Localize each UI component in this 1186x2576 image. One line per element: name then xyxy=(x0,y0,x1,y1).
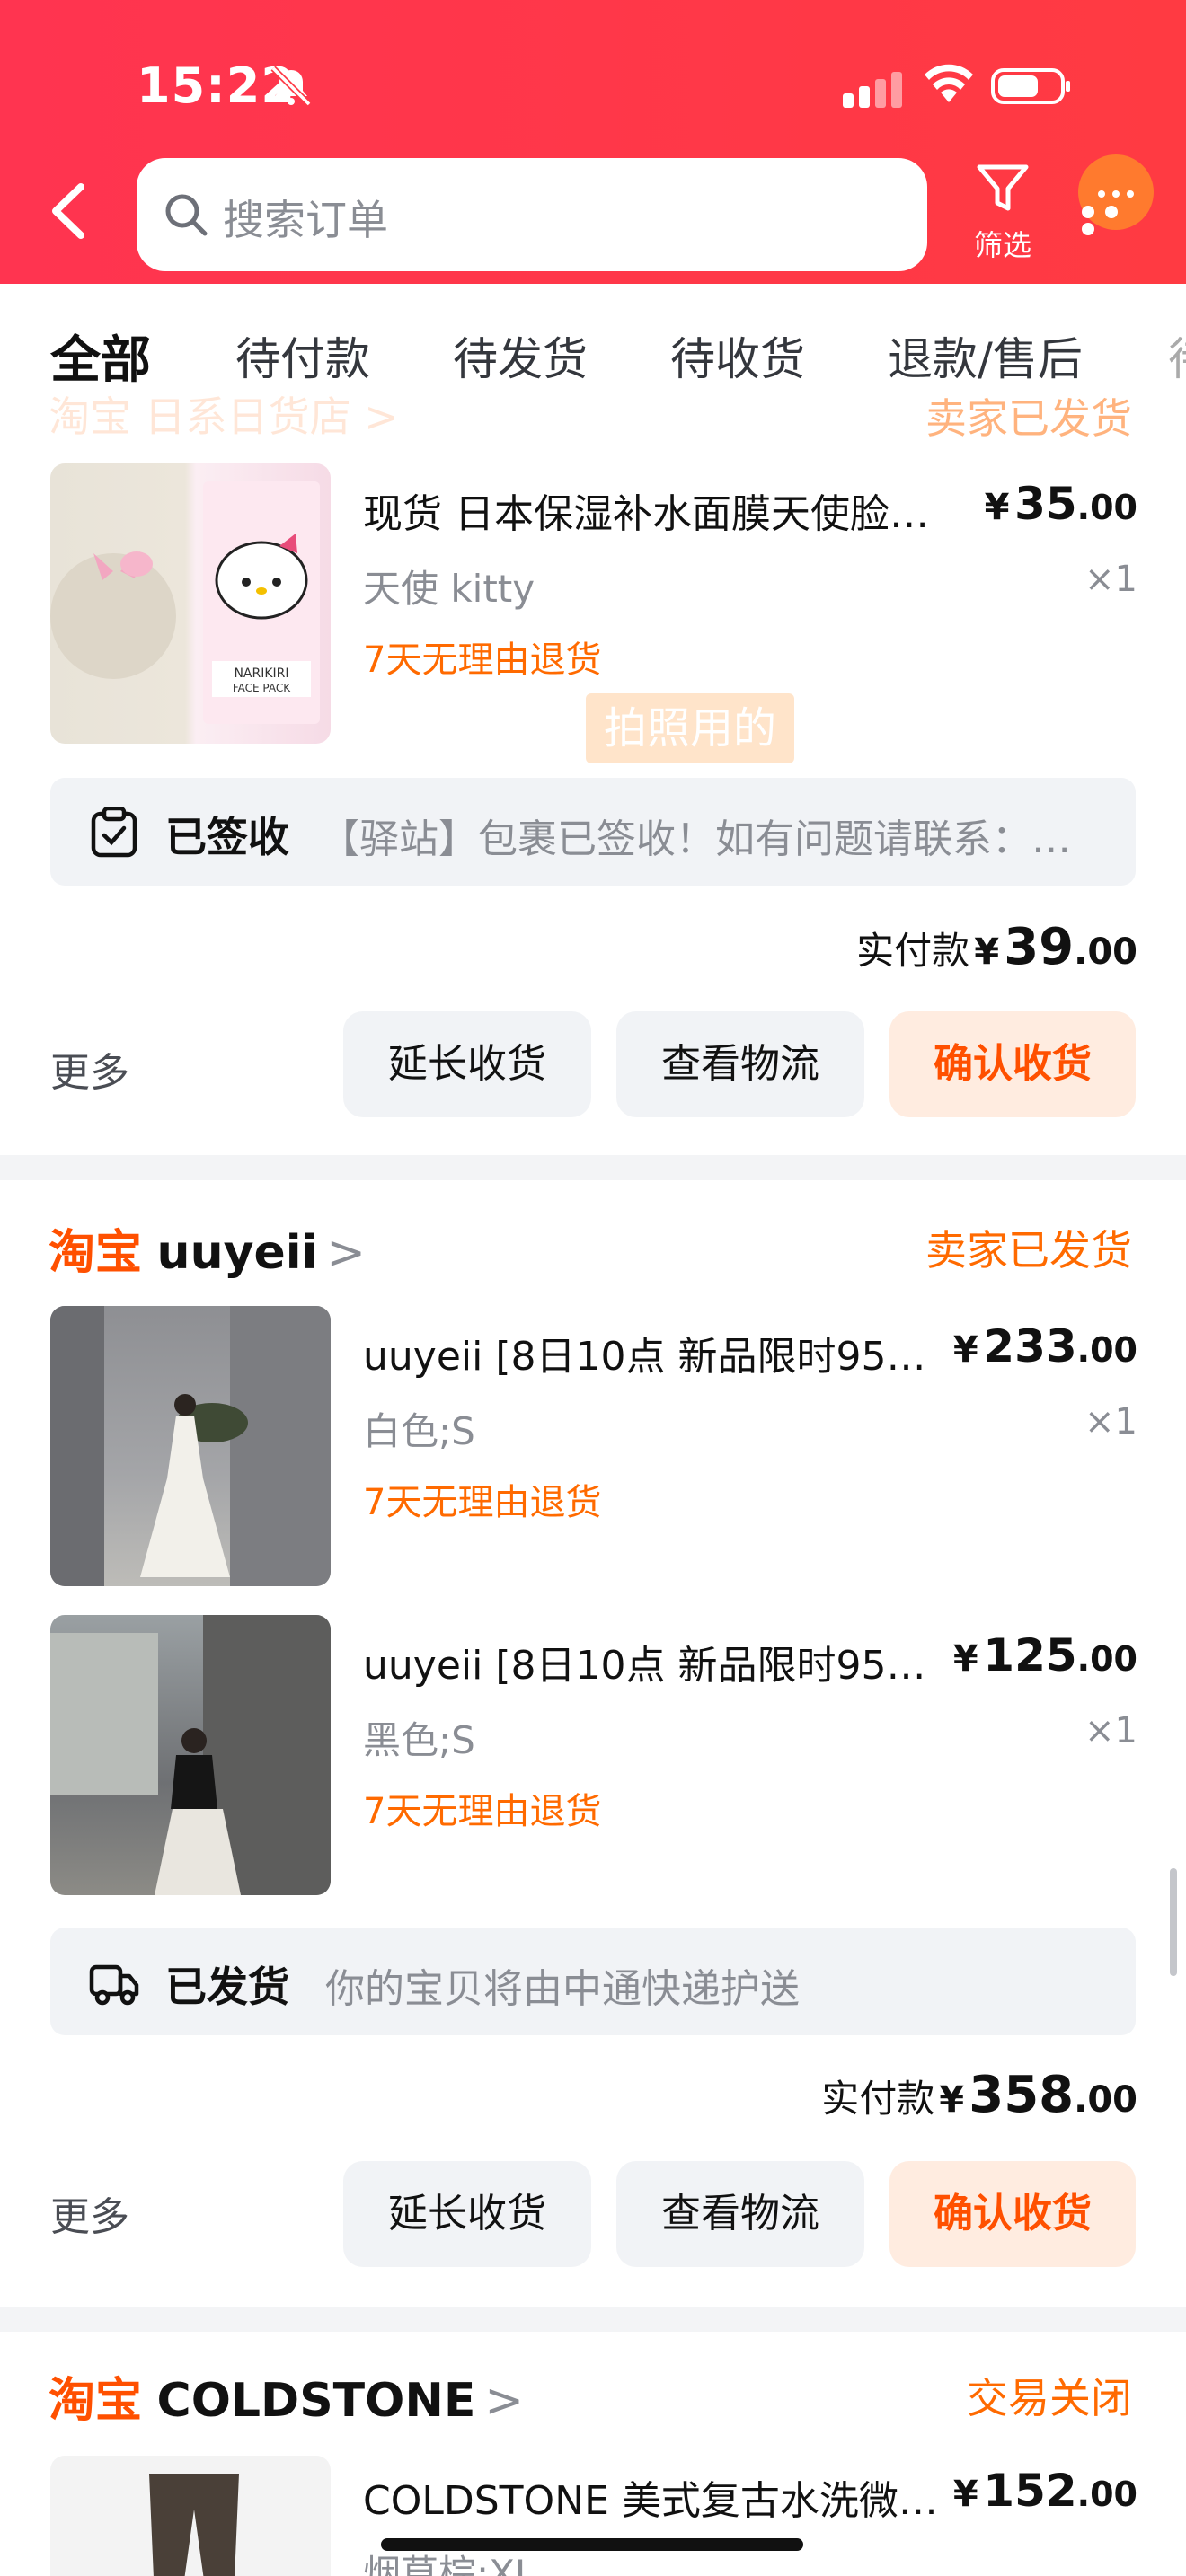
home-indicator[interactable] xyxy=(381,2538,803,2551)
tab-refund-aftersale[interactable]: 退款/售后 xyxy=(888,323,1083,388)
header-bar: 15:22 搜索订单 筛选 xyxy=(0,0,1186,284)
search-icon xyxy=(165,194,208,236)
delivery-truck-icon xyxy=(89,1964,139,2006)
black-top-photo xyxy=(50,1615,331,1895)
product-sku: 天使 kitty xyxy=(363,567,535,611)
product-sku: 黑色;S xyxy=(363,1718,475,1762)
tab-pending-shipment[interactable]: 待发货 xyxy=(453,323,588,388)
product-image-pants[interactable] xyxy=(50,2456,331,2576)
product-image-black-top[interactable] xyxy=(50,1615,331,1895)
order-card: 淘宝 日系日货店 > 卖家已发货 NARIKIRI FACE PACK 现货 日… xyxy=(0,393,1186,1155)
more-options-icon[interactable] xyxy=(1082,205,1146,235)
store-name-partial[interactable]: 淘宝 日系日货店 > xyxy=(49,384,399,444)
product-image-facemask[interactable]: NARIKIRI FACE PACK xyxy=(50,463,331,744)
order-status: 卖家已发货 xyxy=(925,394,1132,443)
product-title[interactable]: 现货 日本保湿补水面膜天使脸… xyxy=(363,481,974,539)
logistics-detail: 【驿站】包裹已签收！如有问题请联系：… xyxy=(320,816,1071,862)
cellular-signal-icon xyxy=(843,72,902,108)
logistics-status: 已发货 xyxy=(165,1963,289,2011)
photo-sticker-label: 拍照用的 xyxy=(586,693,794,763)
cargo-pants-photo xyxy=(149,2474,239,2576)
view-logistics-button[interactable]: 查看物流 xyxy=(616,2161,864,2267)
order-status: 卖家已发货 xyxy=(925,1226,1132,1275)
product-price: ¥ 152.00 xyxy=(952,2465,1137,2517)
order-card: 淘宝 uuyeii > 卖家已发货 uuyeii [8日10点 新品限时95… ¥… xyxy=(0,1180,1186,2307)
logistics-status: 已签收 xyxy=(165,813,289,861)
product-title[interactable]: COLDSTONE 美式复古水洗微… xyxy=(363,2468,974,2526)
return-policy: 7天无理由退货 xyxy=(363,1791,602,1832)
more-actions-link[interactable]: 更多 xyxy=(50,2184,129,2242)
product-sku: 白色;S xyxy=(363,1409,475,1453)
tab-pending-payment[interactable]: 待付款 xyxy=(235,323,370,388)
clipboard-check-icon xyxy=(91,807,137,858)
return-policy: 7天无理由退货 xyxy=(363,640,602,681)
hello-kitty-mask-image: NARIKIRI FACE PACK xyxy=(50,481,320,724)
silent-bell-icon xyxy=(270,66,312,107)
product-price: ¥ 35.00 xyxy=(984,478,1137,530)
confirm-receipt-button[interactable]: 确认收货 xyxy=(890,2161,1136,2267)
svg-text:NARIKIRI: NARIKIRI xyxy=(234,666,288,681)
white-dress-photo xyxy=(50,1306,331,1586)
order-total: 实付款 ¥ 358.00 xyxy=(821,2066,1137,2124)
wifi-icon xyxy=(925,64,973,102)
filter-icon xyxy=(977,164,1029,211)
store-name[interactable]: 淘宝 uuyeii > xyxy=(49,1214,366,1282)
logistics-detail: 你的宝贝将由中通快递护送 xyxy=(325,1966,800,2012)
product-quantity: ×1 xyxy=(1084,1401,1137,1442)
search-placeholder: 搜索订单 xyxy=(223,196,388,244)
logistics-bar[interactable]: 已签收 【驿站】包裹已签收！如有问题请联系：… xyxy=(50,778,1136,886)
product-price: ¥ 233.00 xyxy=(952,1320,1137,1372)
extend-receipt-button[interactable]: 延长收货 xyxy=(343,2161,591,2267)
logistics-bar[interactable]: 已发货 你的宝贝将由中通快递护送 xyxy=(50,1928,1136,2035)
filter-label: 筛选 xyxy=(973,228,1031,262)
product-title[interactable]: uuyeii [8日10点 新品限时95… xyxy=(363,1324,974,1381)
battery-icon xyxy=(991,68,1070,104)
scrollbar[interactable] xyxy=(1170,1868,1177,1976)
store-name[interactable]: 淘宝 COLDSTONE > xyxy=(49,2362,524,2430)
extend-receipt-button[interactable]: 延长收货 xyxy=(343,1011,591,1117)
more-actions-link[interactable]: 更多 xyxy=(50,1040,129,1098)
back-arrow-icon[interactable] xyxy=(47,180,90,243)
tab-all[interactable]: 全部 xyxy=(50,320,151,393)
product-quantity: ×1 xyxy=(1084,1710,1137,1751)
product-image-white-dress[interactable] xyxy=(50,1306,331,1586)
product-title[interactable]: uuyeii [8日10点 新品限时95… xyxy=(363,1633,974,1690)
filter-button[interactable]: 筛选 xyxy=(967,160,1039,268)
svg-text:FACE PACK: FACE PACK xyxy=(233,682,291,694)
view-logistics-button[interactable]: 查看物流 xyxy=(616,1011,864,1117)
order-total: 实付款 ¥ 39.00 xyxy=(856,918,1137,976)
tab-overflow[interactable]: 待 xyxy=(1168,323,1186,388)
search-input[interactable]: 搜索订单 xyxy=(137,158,927,271)
product-price: ¥ 125.00 xyxy=(952,1629,1137,1681)
confirm-receipt-button[interactable]: 确认收货 xyxy=(890,1011,1136,1117)
return-policy: 7天无理由退货 xyxy=(363,1482,602,1523)
tab-pending-receipt[interactable]: 待收货 xyxy=(670,323,805,388)
order-status: 交易关闭 xyxy=(967,2374,1132,2422)
product-quantity: ×1 xyxy=(1084,559,1137,600)
